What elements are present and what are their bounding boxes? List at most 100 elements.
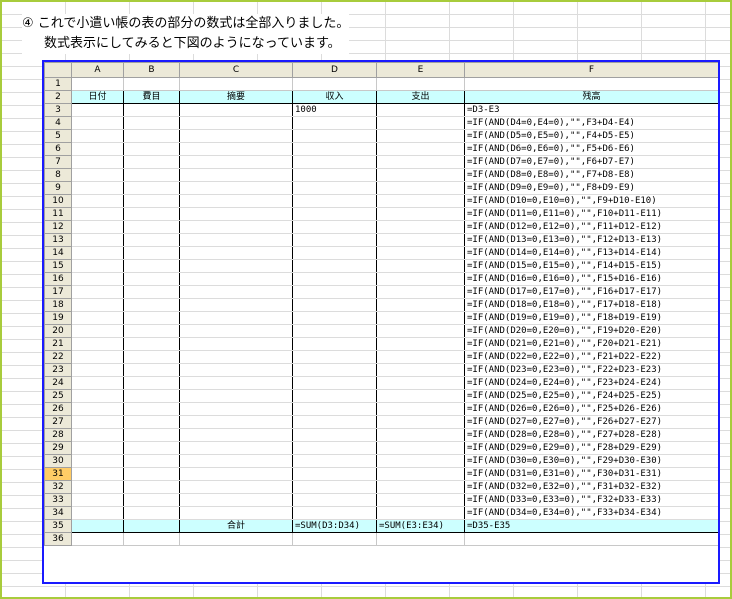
cell-f33[interactable]: =IF(AND(D33=0,E33=0),"",F32+D33-E33) (464, 493, 718, 507)
cell-c31[interactable] (179, 467, 293, 481)
cell-d14[interactable] (292, 246, 377, 260)
cell-d22[interactable] (292, 350, 377, 364)
cell-a22[interactable] (71, 350, 124, 364)
cell-e11[interactable] (376, 207, 465, 221)
cell-b26[interactable] (123, 402, 180, 416)
cell-d34[interactable] (292, 506, 377, 520)
cell-c21[interactable] (179, 337, 293, 351)
cell-b13[interactable] (123, 233, 180, 247)
cell-e33[interactable] (376, 493, 465, 507)
cell-e15[interactable] (376, 259, 465, 273)
cell-b28[interactable] (123, 428, 180, 442)
cell-f30[interactable]: =IF(AND(D30=0,E30=0),"",F29+D30-E30) (464, 454, 718, 468)
cell-f17[interactable]: =IF(AND(D17=0,E17=0),"",F16+D17-E17) (464, 285, 718, 299)
cell-e26[interactable] (376, 402, 465, 416)
cell-b4[interactable] (123, 116, 180, 130)
cell-c30[interactable] (179, 454, 293, 468)
cell-b5[interactable] (123, 129, 180, 143)
row-header[interactable]: 11 (44, 207, 72, 221)
cell-f5[interactable]: =IF(AND(D5=0,E5=0),"",F4+D5-E5) (464, 129, 718, 143)
cell-e8[interactable] (376, 168, 465, 182)
cell-e20[interactable] (376, 324, 465, 338)
cell-d20[interactable] (292, 324, 377, 338)
column-header-e[interactable]: E (376, 62, 465, 78)
cell-e6[interactable] (376, 142, 465, 156)
cell-e16[interactable] (376, 272, 465, 286)
cell-d23[interactable] (292, 363, 377, 377)
cell-d1[interactable] (292, 77, 377, 91)
select-all-corner[interactable] (44, 62, 72, 78)
cell-c15[interactable] (179, 259, 293, 273)
cell-b32[interactable] (123, 480, 180, 494)
cell-a14[interactable] (71, 246, 124, 260)
cell-c27[interactable] (179, 415, 293, 429)
cell-b36[interactable] (123, 532, 180, 546)
cell-c28[interactable] (179, 428, 293, 442)
cell-f16[interactable]: =IF(AND(D16=0,E16=0),"",F15+D16-E16) (464, 272, 718, 286)
column-header-f[interactable]: F (464, 62, 718, 78)
row-header[interactable]: 24 (44, 376, 72, 390)
row-header[interactable]: 18 (44, 298, 72, 312)
cell-d26[interactable] (292, 402, 377, 416)
cell-e12[interactable] (376, 220, 465, 234)
row-header[interactable]: 16 (44, 272, 72, 286)
cell-c20[interactable] (179, 324, 293, 338)
row-header[interactable]: 23 (44, 363, 72, 377)
cell-a23[interactable] (71, 363, 124, 377)
row-header[interactable]: 5 (44, 129, 72, 143)
cell-d3[interactable]: 1000 (292, 103, 377, 117)
cell-b16[interactable] (123, 272, 180, 286)
cell-f10[interactable]: =IF(AND(D10=0,E10=0),"",F9+D10-E10) (464, 194, 718, 208)
cell-b30[interactable] (123, 454, 180, 468)
row-header[interactable]: 32 (44, 480, 72, 494)
row-header[interactable]: 36 (44, 532, 72, 546)
cell-c23[interactable] (179, 363, 293, 377)
cell-a10[interactable] (71, 194, 124, 208)
cell-d15[interactable] (292, 259, 377, 273)
cell-b14[interactable] (123, 246, 180, 260)
row-header[interactable]: 33 (44, 493, 72, 507)
cell-f28[interactable]: =IF(AND(D28=0,E28=0),"",F27+D28-E28) (464, 428, 718, 442)
row-header[interactable]: 26 (44, 402, 72, 416)
cell-d30[interactable] (292, 454, 377, 468)
cell-f27[interactable]: =IF(AND(D27=0,E27=0),"",F26+D27-E27) (464, 415, 718, 429)
cell-e9[interactable] (376, 181, 465, 195)
cell-a32[interactable] (71, 480, 124, 494)
cell-a35[interactable] (71, 519, 124, 533)
cell-a26[interactable] (71, 402, 124, 416)
cell-a12[interactable] (71, 220, 124, 234)
cell-c5[interactable] (179, 129, 293, 143)
cell-a1[interactable] (71, 77, 124, 91)
cell-b19[interactable] (123, 311, 180, 325)
cell-b2[interactable]: 費目 (123, 90, 180, 104)
cell-b1[interactable] (123, 77, 180, 91)
cell-c14[interactable] (179, 246, 293, 260)
cell-c16[interactable] (179, 272, 293, 286)
cell-c36[interactable] (179, 532, 293, 546)
cell-c2[interactable]: 摘要 (179, 90, 293, 104)
cell-f35[interactable]: =D35-E35 (464, 519, 718, 533)
cell-b18[interactable] (123, 298, 180, 312)
cell-e30[interactable] (376, 454, 465, 468)
cell-c6[interactable] (179, 142, 293, 156)
row-header[interactable]: 28 (44, 428, 72, 442)
cell-e3[interactable] (376, 103, 465, 117)
cell-d32[interactable] (292, 480, 377, 494)
cell-c9[interactable] (179, 181, 293, 195)
cell-d11[interactable] (292, 207, 377, 221)
cell-c22[interactable] (179, 350, 293, 364)
cell-a7[interactable] (71, 155, 124, 169)
cell-d19[interactable] (292, 311, 377, 325)
cell-c1[interactable] (179, 77, 293, 91)
cell-d31[interactable] (292, 467, 377, 481)
cell-b3[interactable] (123, 103, 180, 117)
cell-f2[interactable]: 残高 (464, 90, 718, 104)
cell-b8[interactable] (123, 168, 180, 182)
cell-e35[interactable]: =SUM(E3:E34) (376, 519, 465, 533)
cell-f29[interactable]: =IF(AND(D29=0,E29=0),"",F28+D29-E29) (464, 441, 718, 455)
cell-d33[interactable] (292, 493, 377, 507)
cell-a5[interactable] (71, 129, 124, 143)
cell-f25[interactable]: =IF(AND(D25=0,E25=0),"",F24+D25-E25) (464, 389, 718, 403)
cell-c33[interactable] (179, 493, 293, 507)
cell-f9[interactable]: =IF(AND(D9=0,E9=0),"",F8+D9-E9) (464, 181, 718, 195)
